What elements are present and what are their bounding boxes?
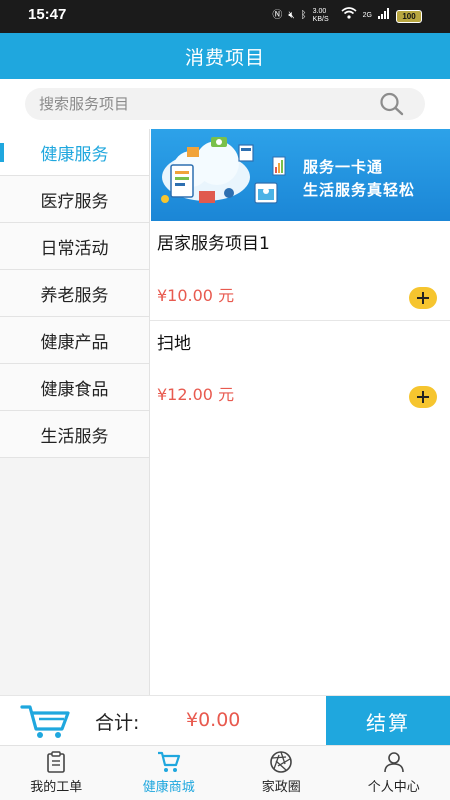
signal-icon: [378, 7, 390, 25]
sidebar-item-health-services[interactable]: 健康服务: [0, 129, 149, 176]
tab-personal-center[interactable]: 个人中心: [338, 746, 450, 800]
tab-my-orders[interactable]: 我的工单: [0, 746, 113, 800]
plus-icon: [417, 391, 429, 403]
sidebar-item-health-products[interactable]: 健康产品: [0, 317, 149, 364]
banner-illustration: [161, 137, 286, 204]
banner-headline: 服务一卡通: [303, 158, 384, 176]
bluetooth-icon: ᛒ: [300, 10, 307, 21]
list-item[interactable]: 居家服务项目1 ¥10.00 元: [150, 221, 450, 321]
add-to-cart-button[interactable]: [409, 287, 437, 309]
wifi-icon: [341, 7, 357, 25]
sidebar-item-label: 养老服务: [40, 285, 109, 306]
sidebar-item-life-services[interactable]: 生活服务: [0, 411, 149, 458]
app-header: 消费项目: [0, 33, 450, 79]
banner-subline: 生活服务真轻松: [303, 181, 416, 199]
sidebar-item-medical-services[interactable]: 医疗服务: [0, 176, 149, 223]
cart-icon: [157, 751, 180, 772]
product-price: ¥10.00 元: [157, 286, 235, 305]
cart-bar: 合计: ¥0.00 结算: [0, 695, 450, 746]
tab-health-mall[interactable]: 健康商城: [113, 746, 226, 800]
signal-label: 2G: [362, 12, 372, 19]
tab-label: 家政圈: [261, 780, 301, 795]
tab-housekeeping-circle[interactable]: 家政圈: [225, 746, 338, 800]
shopping-cart-icon[interactable]: [20, 703, 72, 739]
tab-label: 个人中心: [367, 780, 420, 795]
net-speed: 3.00 KB/S: [312, 8, 329, 23]
clipboard-icon: [47, 751, 66, 773]
product-list: 服务一卡通 生活服务真轻松 居家服务项目1 ¥10.00 元 扫地 ¥12.00…: [150, 129, 450, 695]
product-price: ¥12.00 元: [157, 385, 235, 404]
sidebar-item-label: 医疗服务: [40, 191, 109, 212]
plus-icon: [417, 292, 429, 304]
checkout-button[interactable]: 结算: [326, 696, 450, 746]
sidebar-item-elderly-care[interactable]: 养老服务: [0, 270, 149, 317]
search-icon[interactable]: [379, 92, 405, 116]
sidebar-item-label: 生活服务: [40, 426, 109, 447]
product-name: 扫地: [157, 334, 191, 354]
page-title: 消费项目: [184, 46, 265, 69]
mute-icon: 🔇︎: [288, 10, 295, 21]
promo-banner[interactable]: 服务一卡通 生活服务真轻松: [151, 129, 450, 221]
sidebar-item-label: 日常活动: [40, 238, 109, 259]
bottom-nav: 我的工单 健康商城 家政圈 个人中心: [0, 745, 450, 800]
sidebar-item-label: 健康产品: [40, 332, 109, 353]
list-item[interactable]: 扫地 ¥12.00 元: [150, 321, 450, 421]
sidebar-item-daily-activities[interactable]: 日常活动: [0, 223, 149, 270]
total-label: 合计:: [95, 712, 140, 734]
person-icon: [383, 752, 404, 773]
category-sidebar: 健康服务 医疗服务 日常活动 养老服务 健康产品 健康食品 生活服务: [0, 129, 150, 695]
total-value: ¥0.00: [186, 709, 241, 731]
status-bar: 15:47 Ⓝ 🔇︎ ᛒ 3.00 KB/S 2G 100: [0, 0, 450, 33]
add-to-cart-button[interactable]: [409, 386, 437, 408]
sidebar-item-health-food[interactable]: 健康食品: [0, 364, 149, 411]
search-bar: [0, 79, 450, 129]
battery-icon: 100: [396, 9, 422, 23]
tab-label: 健康商城: [142, 780, 195, 795]
status-icons: Ⓝ 🔇︎ ᛒ 3.00 KB/S 2G 100: [272, 7, 422, 25]
search-input[interactable]: [39, 88, 359, 120]
sidebar-item-label: 健康食品: [40, 379, 109, 400]
nfc-icon: Ⓝ: [272, 10, 283, 21]
tab-label: 我的工单: [30, 780, 83, 795]
product-name: 居家服务项目1: [157, 234, 270, 254]
search-box[interactable]: [25, 88, 425, 120]
aperture-icon: [270, 751, 293, 773]
status-time: 15:47: [28, 6, 67, 23]
sidebar-item-label: 健康服务: [40, 144, 109, 165]
